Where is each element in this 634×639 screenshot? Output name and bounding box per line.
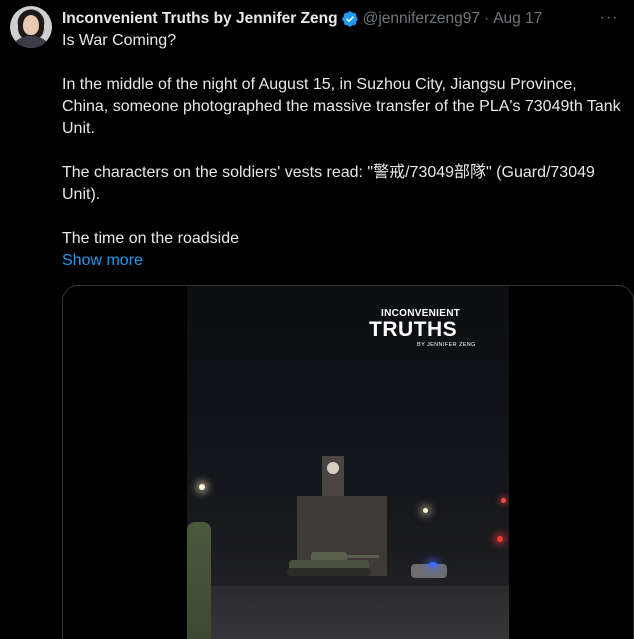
logo-line-2: TRUTHS	[369, 318, 458, 341]
street-light	[423, 508, 428, 513]
red-light	[501, 498, 506, 503]
display-name[interactable]: Inconvenient Truths by Jennifer Zeng	[62, 10, 338, 28]
logo-line-3: BY JENNIFER ZENG	[417, 342, 476, 348]
show-more-link[interactable]: Show more	[62, 250, 143, 272]
tweet-line-3: The characters on the soldiers' vests re…	[62, 164, 595, 203]
tank-graphic	[287, 552, 379, 576]
tweet-text: Is War Coming? In the middle of the nigh…	[62, 30, 622, 272]
soldier-figure	[187, 522, 211, 639]
separator-dot: ·	[484, 10, 490, 27]
tweet-line-4: The time on the roadside	[62, 230, 239, 247]
avatar-face	[23, 15, 39, 35]
avatar-shirt	[14, 36, 48, 48]
road	[187, 586, 509, 639]
street-light	[199, 484, 205, 490]
police-light	[429, 562, 437, 567]
video-frame[interactable]: INCONVENIENT TRUTHS BY JENNIFER ZENG	[187, 286, 509, 639]
video-watermark-logo: INCONVENIENT TRUTHS BY JENNIFER ZENG	[369, 308, 489, 348]
more-horizontal-icon: ···	[599, 9, 619, 26]
tweet-header: Inconvenient Truths by Jennifer Zeng @je…	[62, 8, 542, 30]
video-player[interactable]: INCONVENIENT TRUTHS BY JENNIFER ZENG	[62, 285, 634, 639]
red-light	[497, 536, 503, 542]
tweet[interactable]: Inconvenient Truths by Jennifer Zeng @je…	[0, 0, 634, 639]
tweet-line-1: Is War Coming?	[62, 32, 177, 49]
tweet-line-2: In the middle of the night of August 15,…	[62, 76, 621, 137]
tweet-date[interactable]: Aug 17	[493, 10, 542, 28]
verified-badge-icon[interactable]	[341, 10, 359, 28]
handle[interactable]: @jenniferzeng97	[363, 10, 480, 28]
avatar[interactable]	[10, 6, 52, 48]
more-options-button[interactable]: ···	[596, 5, 622, 31]
clock-face	[327, 462, 339, 474]
